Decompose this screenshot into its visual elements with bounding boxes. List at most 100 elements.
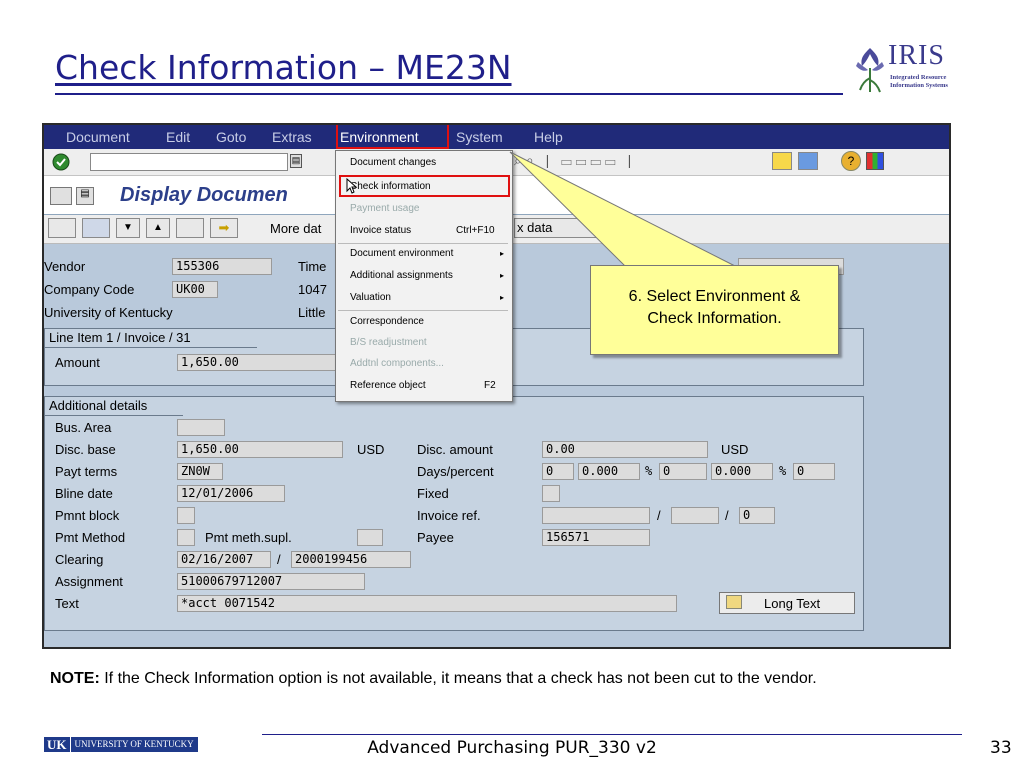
check-information-highlight-box [339, 175, 510, 197]
disc-amount-field[interactable]: 0.00 [542, 441, 708, 458]
command-field-dropdown-icon[interactable]: ▤ [290, 154, 302, 168]
header-icon[interactable] [48, 218, 76, 238]
menu-separator [338, 243, 508, 244]
footer-rule [262, 734, 962, 735]
percent-1-field[interactable]: 0.000 [578, 463, 640, 480]
clearing-sep: / [277, 552, 281, 567]
scroll-down-icon[interactable]: ▼ [116, 218, 140, 238]
iris-subtitle-1: Integrated Resource [890, 74, 947, 81]
menu-correspondence[interactable]: Correspondence [350, 316, 424, 327]
vendor-field[interactable]: 155306 [172, 258, 272, 275]
forward-arrow-icon[interactable]: ➡ [210, 218, 238, 238]
callout-line-2: Check Information. [647, 310, 782, 327]
percent-2-field[interactable]: 0.000 [711, 463, 773, 480]
document-overview-icon[interactable]: ▤ [76, 187, 94, 205]
fixed-label: Fixed [417, 486, 449, 501]
additional-details-tab-rule [45, 415, 183, 416]
menu-separator [338, 310, 508, 311]
fixed-checkbox[interactable] [542, 485, 560, 502]
payt-terms-field[interactable]: ZN0W [177, 463, 223, 480]
invoice-ref-sep-1: / [657, 508, 661, 523]
pmt-meth-supl-label: Pmt meth.supl. [205, 530, 292, 545]
scroll-up-icon[interactable]: ▲ [146, 218, 170, 238]
title-rule [55, 93, 843, 95]
submenu-arrow-icon: ▸ [499, 271, 504, 280]
pmnt-block-field[interactable] [177, 507, 195, 524]
amount-field[interactable]: 1,650.00 [177, 354, 347, 371]
pmnt-block-label: Pmnt block [55, 508, 120, 523]
long-text-icon [726, 595, 742, 609]
clearing-label: Clearing [55, 552, 104, 567]
vendor-label: Vendor [44, 259, 86, 274]
pmt-method-label: Pmt Method [55, 530, 126, 545]
little-text: Little [298, 305, 326, 320]
environment-highlight-box [336, 125, 449, 149]
page-number: 33 [990, 738, 1012, 758]
layout-menu-icon[interactable] [866, 152, 884, 170]
note-paragraph: NOTE: If the Check Information option is… [50, 668, 950, 689]
clearing-date-field[interactable]: 02/16/2007 [177, 551, 271, 568]
submenu-arrow-icon: ▸ [499, 249, 504, 258]
disc-base-label: Disc. base [55, 442, 116, 457]
menu-reference-object[interactable]: Reference object [350, 380, 426, 391]
create-session-icon[interactable] [772, 152, 792, 170]
command-field[interactable] [90, 153, 288, 171]
menu-document-changes[interactable]: Document changes [350, 157, 436, 168]
invoice-ref-label: Invoice ref. [417, 508, 481, 523]
enter-check-icon[interactable] [52, 153, 70, 171]
iris-subtitle-2: Information Systems [890, 82, 948, 89]
company-code-label: Company Code [44, 282, 135, 297]
bus-area-field[interactable] [177, 419, 225, 436]
long-text-button[interactable]: Long Text [719, 592, 855, 614]
menu-goto[interactable]: Goto [216, 129, 246, 145]
other-document-icon[interactable] [50, 187, 72, 205]
iris-logo-text: IRIS [888, 40, 945, 71]
company-number-text: 1047 [298, 282, 327, 297]
help-icon[interactable]: ? [841, 151, 861, 171]
assignment-label: Assignment [55, 574, 123, 589]
print-icon[interactable] [176, 218, 204, 238]
university-text: University of Kentucky [44, 305, 173, 320]
invoice-ref-year-field[interactable] [671, 507, 719, 524]
menu-edit[interactable]: Edit [166, 129, 190, 145]
menu-valuation[interactable]: Valuation [350, 292, 391, 303]
menu-system[interactable]: System [456, 129, 503, 145]
days-percent-label: Days/percent [417, 464, 494, 479]
days-3-field[interactable]: 0 [793, 463, 835, 480]
bline-date-field[interactable]: 12/01/2006 [177, 485, 285, 502]
time-label: Time [298, 259, 327, 274]
menu-help[interactable]: Help [534, 129, 563, 145]
callout-box: 6. Select Environment & Check Informatio… [590, 265, 839, 355]
pmt-meth-supl-field[interactable] [357, 529, 383, 546]
company-code-field[interactable]: UK00 [172, 281, 218, 298]
disc-amount-currency: USD [721, 442, 749, 457]
iris-logo: IRIS Integrated Resource Information Sys… [852, 40, 962, 100]
callout-line-1: 6. Select Environment & [628, 288, 801, 305]
assignment-field[interactable]: 51000679712007 [177, 573, 365, 590]
invoice-ref-field[interactable] [542, 507, 650, 524]
payee-label: Payee [417, 530, 454, 545]
disc-base-field[interactable]: 1,650.00 [177, 441, 343, 458]
invoice-ref-item-field[interactable]: 0 [739, 507, 775, 524]
disc-base-currency: USD [357, 442, 385, 457]
text-label: Text [55, 596, 79, 611]
days-2-field[interactable]: 0 [659, 463, 707, 480]
payee-field[interactable]: 156571 [542, 529, 650, 546]
days-1-field[interactable]: 0 [542, 463, 574, 480]
text-field[interactable]: *acct 0071542 [177, 595, 677, 612]
percent-1-sign: % [645, 464, 653, 478]
pmt-method-field[interactable] [177, 529, 195, 546]
menu-document-environment[interactable]: Document environment [350, 248, 453, 259]
personal-settings-icon[interactable] [82, 218, 110, 238]
line-item-tab: Line Item 1 / Invoice / 31 [49, 330, 191, 345]
menu-extras[interactable]: Extras [272, 129, 312, 145]
menu-invoice-status[interactable]: Invoice status [350, 225, 411, 236]
additional-details-group: Additional details Bus. Area Disc. base … [44, 396, 864, 631]
more-data-button[interactable]: More dat [270, 221, 321, 236]
screen-title: Display Documen [120, 184, 288, 206]
clearing-doc-field[interactable]: 2000199456 [291, 551, 411, 568]
menu-document[interactable]: Document [66, 129, 130, 145]
shortcut-icon[interactable] [798, 152, 818, 170]
menu-additional-assignments[interactable]: Additional assignments [350, 270, 453, 281]
iris-flower-icon [856, 48, 884, 93]
